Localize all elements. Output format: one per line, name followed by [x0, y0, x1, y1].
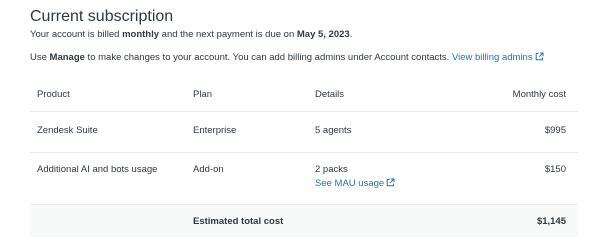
manage-info: Use Manage to make changes to your accou… — [30, 52, 544, 63]
product-cell: Zendesk Suite — [37, 125, 98, 136]
column-header-monthly-cost: Monthly cost — [512, 89, 566, 100]
product-cell: Additional AI and bots usage — [37, 164, 158, 175]
table-row: Additional AI and bots usage Add-on 2 pa… — [30, 153, 578, 205]
details-cell: 5 agents — [315, 125, 352, 136]
manage-word: Manage — [49, 52, 85, 63]
billing-middle: and the next payment is due on — [159, 29, 297, 40]
total-row: Estimated total cost $1,145 — [30, 205, 578, 237]
cost-cell: $150 — [544, 164, 566, 175]
external-link-icon — [535, 52, 544, 61]
page-title: Current subscription — [30, 8, 174, 25]
view-billing-admins-label: View billing admins — [451, 52, 533, 63]
plan-cell: Enterprise — [193, 125, 237, 136]
table-row: Zendesk Suite Enterprise 5 agents $995 — [30, 112, 578, 153]
details-cell: 2 packs See MAU usage — [315, 164, 395, 189]
billing-prefix: Your account is billed — [30, 29, 123, 40]
view-billing-admins-link[interactable]: View billing admins — [452, 52, 544, 63]
subscription-table: Product Plan Details Monthly cost Zendes… — [30, 79, 578, 237]
total-value: $1,145 — [536, 216, 566, 227]
total-label: Estimated total cost — [193, 216, 284, 227]
column-header-plan: Plan — [193, 89, 213, 100]
manage-text: to make changes to your account. You can… — [84, 52, 452, 63]
billing-suffix: . — [349, 29, 353, 40]
column-header-product: Product — [37, 89, 70, 100]
cost-cell: $995 — [544, 125, 566, 136]
manage-prefix: Use — [30, 52, 50, 63]
billing-period: monthly — [122, 29, 160, 40]
details-value: 2 packs — [315, 164, 348, 175]
billing-info: Your account is billed monthly and the n… — [30, 29, 352, 40]
column-header-details: Details — [315, 89, 345, 100]
see-mau-usage-label: See MAU usage — [315, 178, 385, 189]
plan-cell: Add-on — [193, 164, 224, 175]
table-header-row: Product Plan Details Monthly cost — [30, 79, 578, 112]
external-link-icon — [386, 178, 395, 187]
due-date: May 5, 2023 — [296, 29, 350, 40]
see-mau-usage-link[interactable]: See MAU usage — [315, 178, 395, 189]
